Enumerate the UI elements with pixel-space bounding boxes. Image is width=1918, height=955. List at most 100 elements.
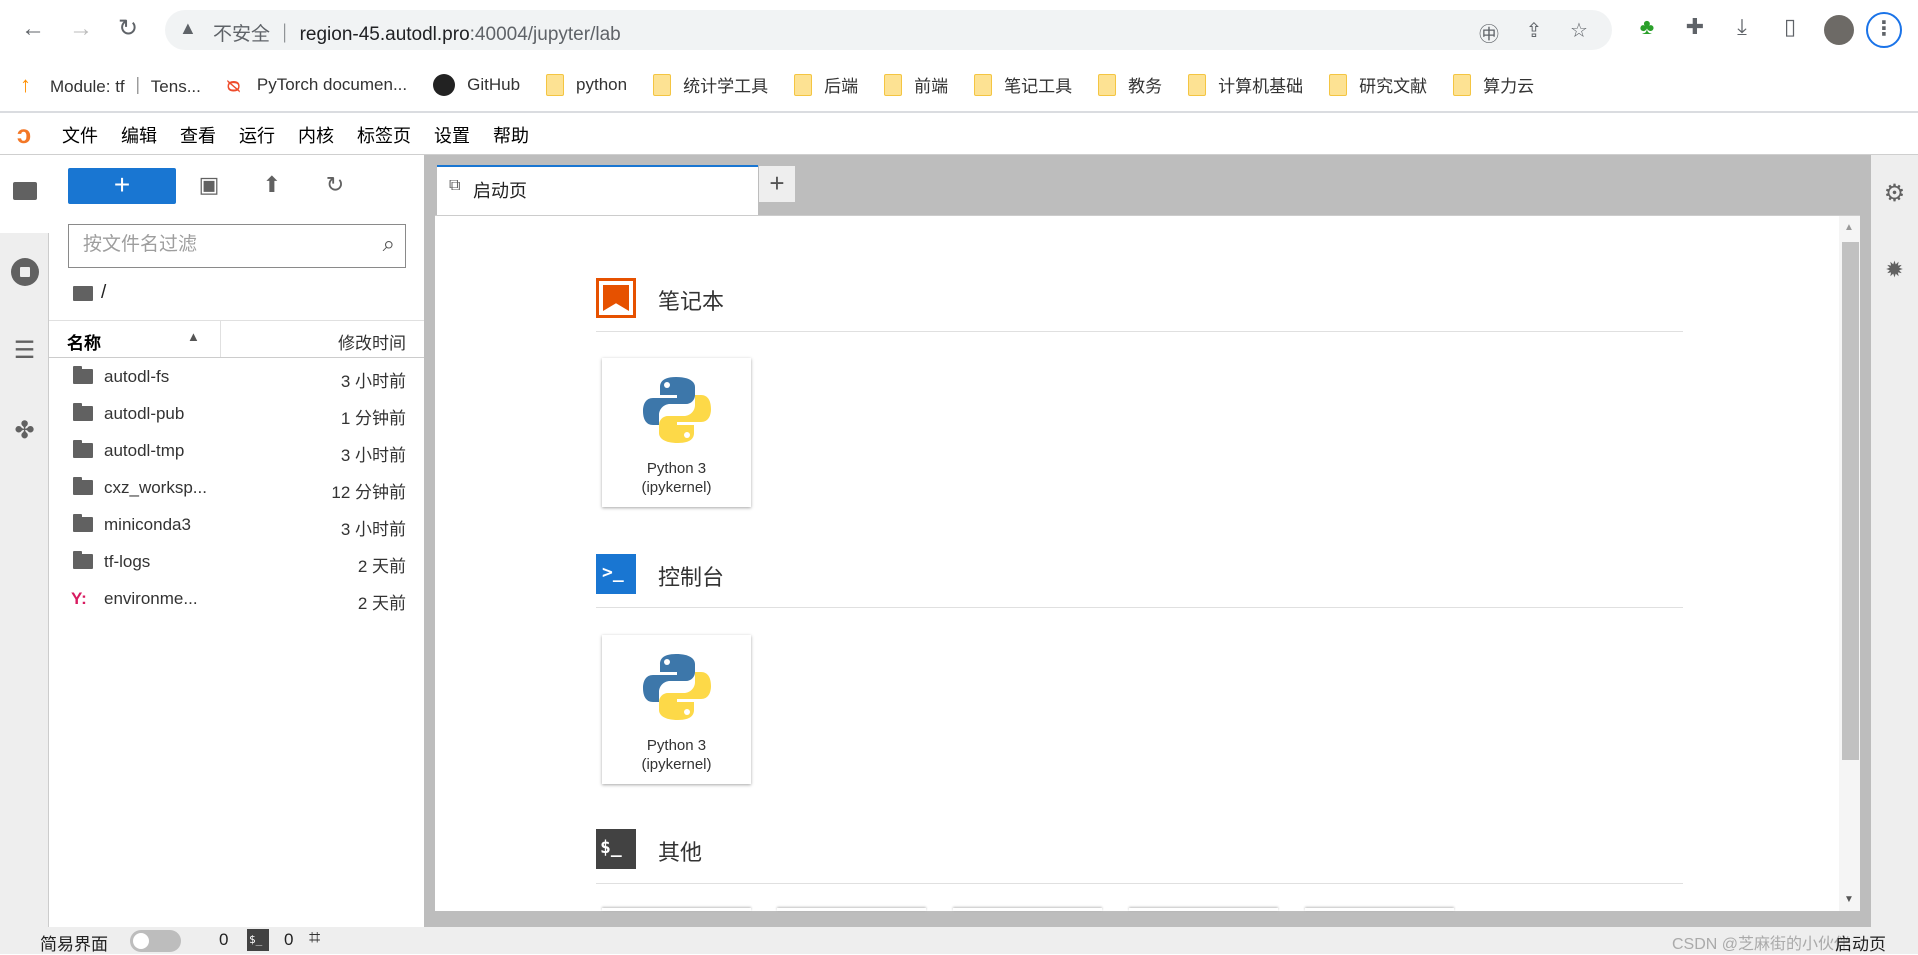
menu-item[interactable]: 运行 <box>239 122 275 148</box>
launcher-card-other[interactable] <box>777 908 926 911</box>
bookmark-star-icon[interactable]: ☆ <box>1567 18 1591 43</box>
file-row[interactable]: autodl-tmp 3 小时前 <box>49 433 424 470</box>
scrollbar-thumb[interactable] <box>1842 242 1859 760</box>
launcher-card-python3-notebook[interactable]: Python 3 (ipykernel) <box>602 358 751 507</box>
menu-kebab-icon[interactable]: ⋮ <box>1866 12 1902 48</box>
terminal-count[interactable]: 0 <box>284 930 293 950</box>
python-logo-icon <box>643 654 711 720</box>
panel-resize-handle[interactable] <box>424 155 435 927</box>
bookmark-item[interactable]: ᴓ PyTorch documen... <box>227 73 407 96</box>
scroll-up-icon[interactable]: ▲ <box>1844 222 1854 233</box>
refresh-icon[interactable]: ↻ <box>320 172 350 198</box>
menu-item[interactable]: 文件 <box>62 122 98 148</box>
bookmark-item[interactable]: 后端 <box>794 72 858 97</box>
running-sessions-stop-icon[interactable] <box>0 258 49 293</box>
translate-icon[interactable]: ㊥ <box>1477 18 1501 47</box>
folder-icon <box>974 73 993 96</box>
bookmark-item[interactable]: python <box>546 73 627 96</box>
bookmark-item[interactable]: 教务 <box>1098 72 1162 97</box>
section-title: 控制台 <box>658 565 725 590</box>
file-filter-input[interactable] <box>69 225 349 265</box>
right-sidebar: ⚙ ✹ <box>1871 155 1918 927</box>
file-browser-tab-icon[interactable] <box>0 178 49 207</box>
kernel-count[interactable]: 0 <box>219 930 228 950</box>
file-name: autodl-tmp <box>104 441 185 460</box>
file-list-header: 名称 ▲ 修改时间 <box>49 320 424 358</box>
extensions-icon[interactable]: ✚ <box>1680 14 1710 40</box>
folder-icon <box>1453 73 1472 96</box>
bookmark-item[interactable]: ↑ Module: tf ｜ Tens... <box>20 72 201 97</box>
file-row[interactable]: autodl-fs 3 小时前 <box>49 359 424 396</box>
url-text[interactable]: 不安全 ｜ region-45.autodl.pro:40004/jupyter… <box>213 19 621 46</box>
menu-item[interactable]: 帮助 <box>493 122 529 148</box>
scrollbar[interactable]: ▲ ▼ <box>1839 216 1860 911</box>
simple-mode-toggle[interactable] <box>130 930 181 952</box>
tensorflow-icon: ↑ <box>20 71 31 97</box>
security-label: 不安全 <box>213 24 271 45</box>
bookmark-label: 研究文献 <box>1359 77 1428 96</box>
launcher-card-other[interactable] <box>1129 908 1278 911</box>
file-row[interactable]: cxz_worksp... 12 分钟前 <box>49 470 424 507</box>
folder-icon <box>1188 73 1207 96</box>
menu-item[interactable]: 编辑 <box>121 122 157 148</box>
menu-item[interactable]: 设置 <box>434 122 470 148</box>
file-row[interactable]: autodl-pub 1 分钟前 <box>49 396 424 433</box>
cpu-chip-icon[interactable]: ⌗ <box>309 927 320 950</box>
debugger-bug-icon[interactable]: ✹ <box>1871 257 1918 283</box>
section-divider <box>596 331 1683 332</box>
bookmark-item[interactable]: 研究文献 <box>1329 72 1427 97</box>
file-row[interactable]: Y: environme... 2 天前 <box>49 581 424 618</box>
breadcrumb-root[interactable]: / <box>101 282 106 304</box>
bookmark-item[interactable]: 笔记工具 <box>974 72 1072 97</box>
launcher-panel: ▲ ▼ 笔记本 Python 3 (ipykernel) >_ 控制台 Pytho… <box>435 215 1860 911</box>
bookmark-label: GitHub <box>467 74 521 94</box>
file-name: cxz_worksp... <box>104 478 207 497</box>
back-button[interactable]: ← <box>18 14 48 44</box>
profile-avatar[interactable] <box>1824 15 1854 45</box>
launcher-card-other[interactable] <box>953 908 1102 911</box>
share-icon[interactable]: ⇪ <box>1522 18 1546 43</box>
card-kernel-name: Python 3 <box>646 460 707 477</box>
new-folder-icon[interactable]: ▣ <box>194 172 224 198</box>
tab-launcher[interactable]: ⧉ 启动页 <box>437 165 758 215</box>
upload-icon[interactable]: ⬆ <box>257 172 287 198</box>
bookmark-item[interactable]: 算力云 <box>1453 72 1534 97</box>
terminal-icon[interactable]: $_ <box>247 929 269 951</box>
card-kernel-name: Python 3 <box>646 737 707 754</box>
bookmark-item[interactable]: 统计学工具 <box>653 72 768 97</box>
url-path: :40004/jupyter/lab <box>469 24 621 45</box>
bookmark-item[interactable]: 计算机基础 <box>1188 72 1303 97</box>
launcher-card-other[interactable] <box>602 908 751 911</box>
download-icon[interactable]: ⤓ <box>1727 14 1757 40</box>
table-of-contents-icon[interactable]: ☰ <box>0 336 49 365</box>
file-name: miniconda3 <box>104 515 191 534</box>
property-inspector-gears-icon[interactable]: ⚙ <box>1871 179 1918 208</box>
section-divider <box>596 883 1683 884</box>
file-row[interactable]: tf-logs 2 天前 <box>49 544 424 581</box>
folder-icon[interactable] <box>73 286 93 301</box>
menu-item[interactable]: 查看 <box>180 122 216 148</box>
column-modified[interactable]: 修改时间 <box>338 329 406 354</box>
evernote-icon[interactable]: ♣ <box>1632 14 1662 40</box>
bookmark-item[interactable]: 前端 <box>884 72 948 97</box>
new-launcher-button[interactable]: + <box>68 168 176 204</box>
add-tab-button[interactable]: + <box>759 166 795 202</box>
column-name[interactable]: 名称 <box>67 329 101 354</box>
address-bar[interactable]: ▲ 不安全 ｜ region-45.autodl.pro:40004/jupyt… <box>165 10 1612 50</box>
reload-button[interactable]: ↻ <box>113 14 143 44</box>
warning-icon: ▲ <box>179 18 197 38</box>
file-row[interactable]: miniconda3 3 小时前 <box>49 507 424 544</box>
menu-item[interactable]: 标签页 <box>357 122 411 148</box>
launcher-card-other[interactable] <box>1305 908 1454 911</box>
file-modified: 3 小时前 <box>340 372 406 391</box>
launcher-card-python3-console[interactable]: Python 3 (ipykernel) <box>602 635 751 784</box>
forward-button[interactable]: → <box>66 14 96 44</box>
card-kernel-type: (ipykernel) <box>641 479 712 496</box>
file-filter-field[interactable]: ⌕ <box>68 224 406 268</box>
scroll-down-icon[interactable]: ▼ <box>1844 894 1854 905</box>
extension-manager-puzzle-icon[interactable]: ✤ <box>0 416 49 445</box>
menu-item[interactable]: 内核 <box>298 122 334 148</box>
side-panel-icon[interactable]: ▯ <box>1775 14 1805 40</box>
bookmark-item[interactable]: GitHub <box>433 73 521 96</box>
bookmark-label: Module: tf ｜ Tens... <box>50 77 201 96</box>
